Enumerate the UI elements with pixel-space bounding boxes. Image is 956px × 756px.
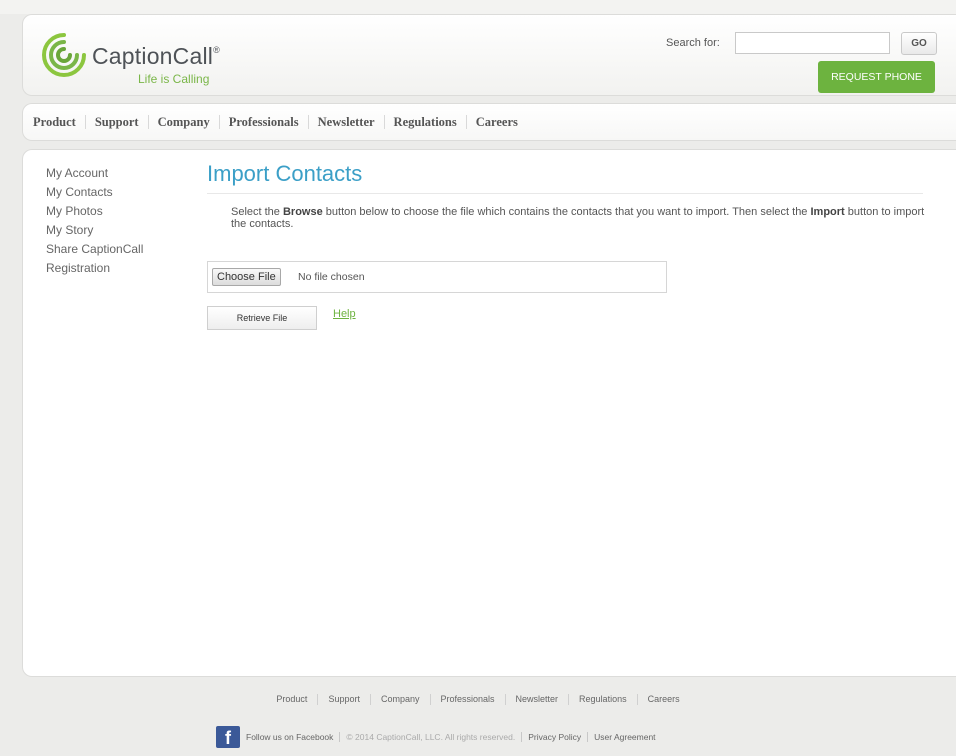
title-divider xyxy=(207,193,923,194)
brand-name: CaptionCall® xyxy=(92,43,220,69)
nav-item-careers[interactable]: Careers xyxy=(465,115,527,129)
top-strip xyxy=(0,0,956,14)
logo[interactable]: CaptionCall® Life is Calling xyxy=(38,29,238,86)
sidebar-item-my-account[interactable]: My Account xyxy=(46,164,143,183)
content-panel: My Account My Contacts My Photos My Stor… xyxy=(22,149,956,677)
file-status: No file chosen xyxy=(298,271,365,283)
sidebar-item-registration[interactable]: Registration xyxy=(46,259,143,278)
nav-item-company[interactable]: Company xyxy=(147,115,219,129)
nav-item-support[interactable]: Support xyxy=(84,115,148,129)
footer-bottom: f Follow us on Facebook © 2014 CaptionCa… xyxy=(216,726,662,748)
nav-item-newsletter[interactable]: Newsletter xyxy=(307,115,384,129)
footer-link-product[interactable]: Product xyxy=(266,694,317,705)
sidebar-item-share-captioncall[interactable]: Share CaptionCall xyxy=(46,240,143,259)
nav-item-product[interactable]: Product xyxy=(33,115,85,129)
help-link[interactable]: Help xyxy=(333,308,356,320)
sidebar-item-my-contacts[interactable]: My Contacts xyxy=(46,183,143,202)
search-input[interactable] xyxy=(735,32,890,54)
retrieve-file-button[interactable]: Retrieve File xyxy=(207,306,317,330)
page-title: Import Contacts xyxy=(207,161,363,186)
search-label: Search for: xyxy=(666,37,720,49)
sidebar-item-my-photos[interactable]: My Photos xyxy=(46,202,143,221)
request-phone-button[interactable]: REQUEST PHONE xyxy=(818,61,935,93)
user-agreement-link[interactable]: User Agreement xyxy=(587,732,661,742)
nav-item-regulations[interactable]: Regulations xyxy=(383,115,466,129)
footer-link-support[interactable]: Support xyxy=(317,694,370,705)
footer-link-regulations[interactable]: Regulations xyxy=(568,694,637,705)
footer-link-newsletter[interactable]: Newsletter xyxy=(504,694,569,705)
footer-link-company[interactable]: Company xyxy=(369,694,430,705)
site-header: CaptionCall® Life is Calling Search for:… xyxy=(22,14,956,96)
file-input: Choose File No file chosen xyxy=(207,261,667,293)
captioncall-logo-icon xyxy=(42,33,86,77)
footer-link-careers[interactable]: Careers xyxy=(636,694,690,705)
import-instructions: Select the Browse button below to choose… xyxy=(231,206,925,230)
go-button[interactable]: GO xyxy=(901,32,937,55)
footer-link-professionals[interactable]: Professionals xyxy=(429,694,505,705)
follow-facebook-link[interactable]: Follow us on Facebook xyxy=(246,732,339,742)
footer-nav: Product Support Company Professionals Ne… xyxy=(0,694,956,705)
account-sidebar: My Account My Contacts My Photos My Stor… xyxy=(46,164,143,278)
privacy-policy-link[interactable]: Privacy Policy xyxy=(521,732,587,742)
sidebar-item-my-story[interactable]: My Story xyxy=(46,221,143,240)
facebook-icon[interactable]: f xyxy=(216,726,240,748)
copyright-text: © 2014 CaptionCall, LLC. All rights rese… xyxy=(339,732,521,742)
choose-file-button[interactable]: Choose File xyxy=(212,268,281,286)
brand-tagline: Life is Calling xyxy=(138,72,210,86)
nav-item-professionals[interactable]: Professionals xyxy=(218,115,308,129)
main-nav: Product Support Company Professionals Ne… xyxy=(22,103,956,141)
